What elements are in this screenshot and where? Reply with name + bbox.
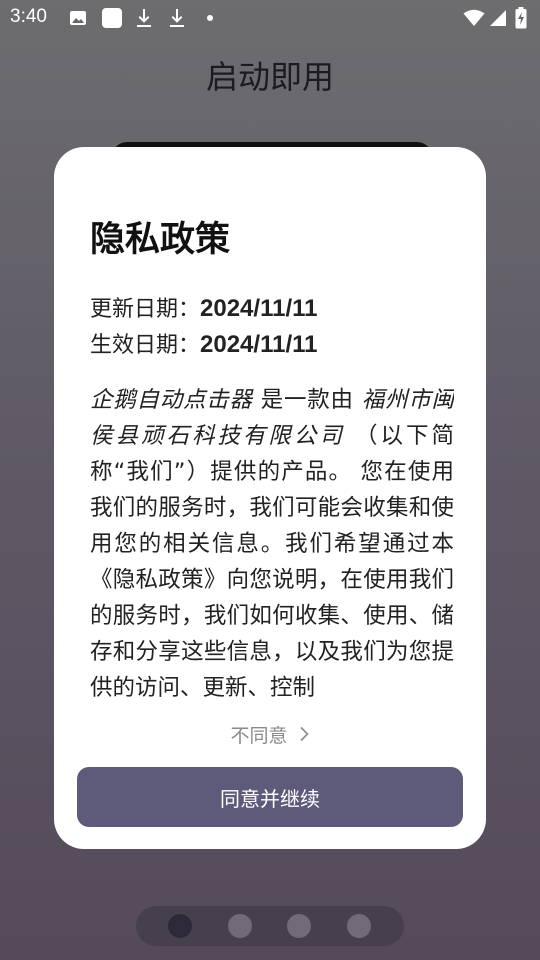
disagree-link[interactable]: 不同意 bbox=[54, 721, 486, 748]
update-date-label: 更新日期： bbox=[90, 297, 201, 322]
policy-text-part: （以下简称“我们”）提供的产品。 您在使用我们的服务时，我们可能会收集和使用您的… bbox=[90, 423, 454, 698]
status-bar: 3:40 bbox=[0, 0, 540, 36]
page-dot[interactable] bbox=[168, 914, 192, 938]
battery-charging-icon bbox=[514, 7, 528, 29]
page-title: 启动即用 bbox=[205, 58, 334, 96]
effective-date-value: 2024/11/11 bbox=[200, 331, 318, 358]
privacy-policy-dialog: 隐私政策 更新日期：2024/11/11 生效日期：2024/11/11 企鹅自… bbox=[54, 147, 486, 849]
download-icon bbox=[134, 8, 154, 28]
disagree-label: 不同意 bbox=[230, 725, 288, 747]
app-name: 企鹅自动点击器 bbox=[90, 387, 253, 413]
page-dot[interactable] bbox=[347, 914, 371, 938]
download-icon bbox=[167, 8, 187, 28]
signal-icon bbox=[488, 8, 508, 28]
status-time: 3:40 bbox=[10, 6, 47, 27]
policy-scroll-area[interactable]: 企鹅自动点击器 是一款由 福州市闽侯县顽石科技有限公司 （以下简称“我们”）提供… bbox=[90, 382, 454, 698]
update-date-value: 2024/11/11 bbox=[200, 295, 318, 322]
agree-continue-button[interactable]: 同意并继续 bbox=[77, 767, 463, 827]
update-date: 更新日期：2024/11/11 bbox=[90, 291, 317, 323]
chevron-right-icon bbox=[298, 725, 310, 747]
page-dot[interactable] bbox=[287, 914, 311, 938]
policy-text: 企鹅自动点击器 是一款由 福州市闽侯县顽石科技有限公司 （以下简称“我们”）提供… bbox=[90, 382, 454, 698]
page-dot[interactable] bbox=[228, 914, 252, 938]
dot-icon bbox=[200, 8, 220, 28]
effective-date: 生效日期：2024/11/11 bbox=[90, 327, 317, 359]
wifi-icon bbox=[462, 8, 486, 28]
app-icon bbox=[100, 6, 124, 30]
image-icon bbox=[68, 8, 88, 28]
policy-text-part: 是一款由 bbox=[252, 387, 362, 413]
dialog-title: 隐私政策 bbox=[90, 220, 231, 260]
effective-date-label: 生效日期： bbox=[90, 333, 201, 358]
page-indicator bbox=[136, 906, 404, 946]
